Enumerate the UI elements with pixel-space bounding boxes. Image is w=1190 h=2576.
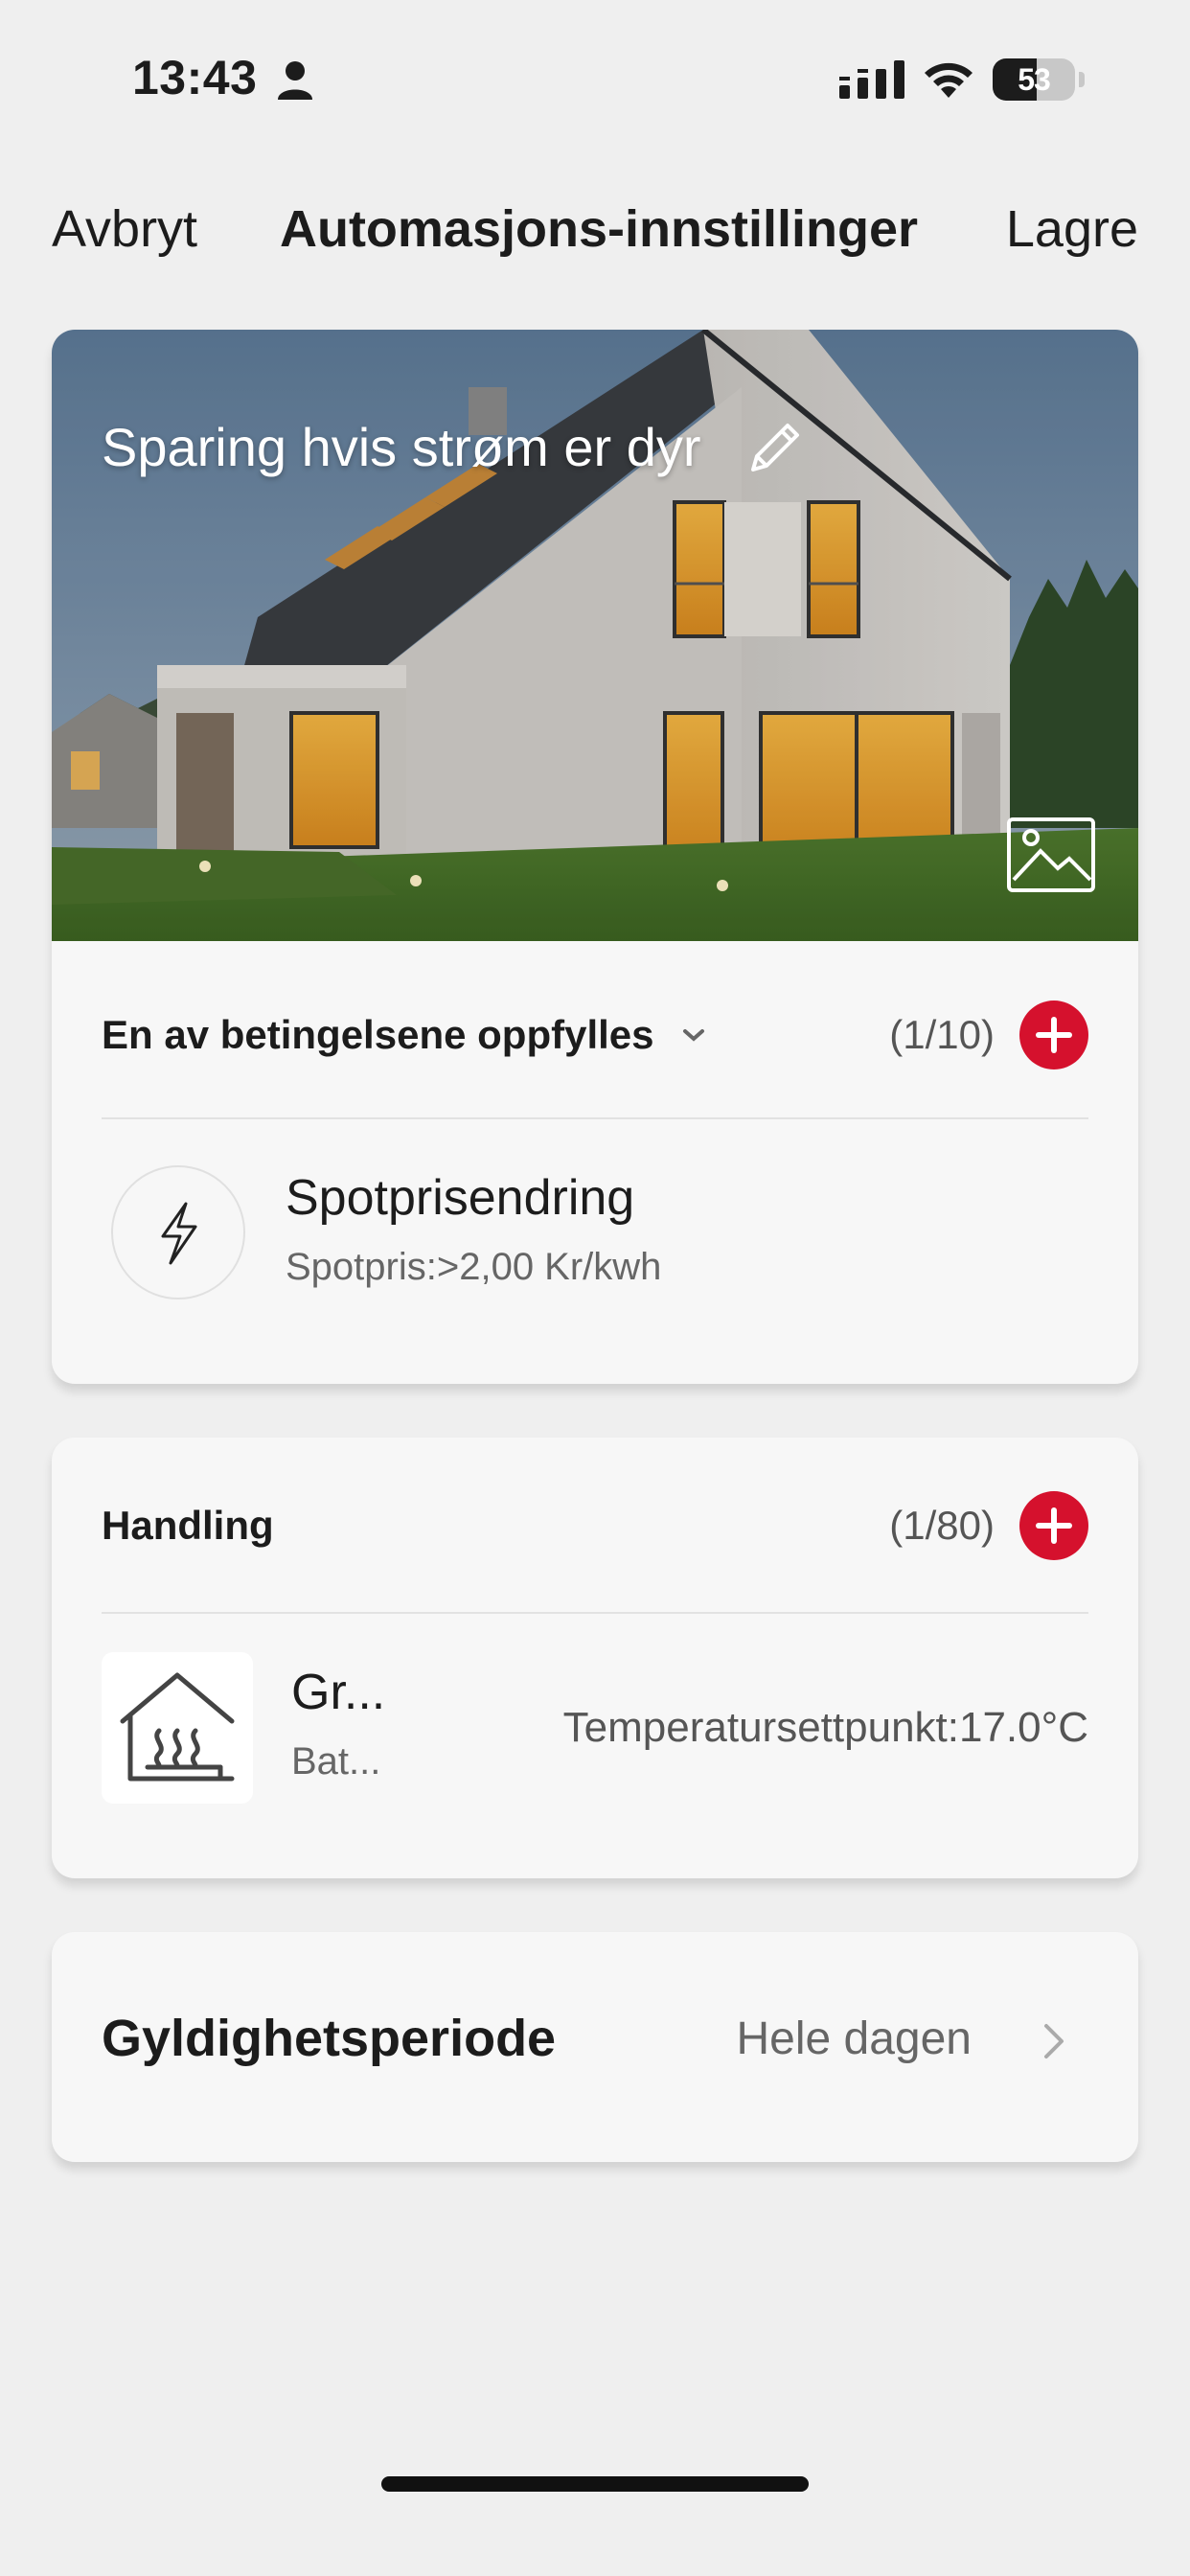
person-icon <box>278 61 312 100</box>
home-indicator[interactable] <box>381 2476 809 2492</box>
condition-card: Sparing hvis strøm er dyr En av betingel… <box>52 330 1138 1384</box>
cancel-button[interactable]: Avbryt <box>52 199 197 259</box>
wifi-icon <box>925 62 973 98</box>
condition-count: (1/10) <box>889 1012 995 1057</box>
action-value: Temperatursettpunkt:17.0°C <box>562 1704 1088 1751</box>
battery-level: 53 <box>1018 61 1051 97</box>
image-icon[interactable] <box>1006 816 1096 893</box>
add-condition-button[interactable] <box>1019 1000 1088 1070</box>
save-button[interactable]: Lagre <box>1006 199 1138 259</box>
action-label: Handling <box>102 1503 274 1548</box>
divider <box>102 1612 1088 1614</box>
lightning-icon <box>111 1165 245 1300</box>
divider <box>102 1117 1088 1119</box>
automation-cover-image[interactable]: Sparing hvis strøm er dyr <box>52 330 1138 941</box>
validity-value: Hele dagen <box>736 2013 972 2064</box>
validity-label: Gyldighetsperiode <box>102 2010 557 2067</box>
action-count: (1/80) <box>889 1503 995 1548</box>
validity-period-row[interactable]: Gyldighetsperiode Hele dagen <box>52 1932 1138 2162</box>
action-subtitle: Bat... <box>291 1740 381 1782</box>
floor-heating-icon <box>102 1652 253 1804</box>
navigation-bar: Automasjons-innstillinger Avbryt Lagre <box>0 192 1190 268</box>
action-title: Gr... <box>291 1665 386 1720</box>
action-header: Handling (1/80) <box>102 1468 1088 1583</box>
automation-name: Sparing hvis strøm er dyr <box>102 417 701 477</box>
condition-subtitle: Spotpris:>2,00 Kr/kwh <box>286 1246 662 1288</box>
condition-header: En av betingelsene oppfylles (1/10) <box>102 978 1088 1092</box>
chevron-down-icon[interactable] <box>679 1021 708 1049</box>
battery-icon: 53 <box>993 58 1075 101</box>
status-indicators: 53 <box>839 56 1085 104</box>
action-card: Handling (1/80) Gr... Bat... Temperaturs… <box>52 1438 1138 1878</box>
cellular-signal-icon <box>839 60 904 99</box>
chevron-right-icon <box>1044 2024 1064 2058</box>
condition-mode-label[interactable]: En av betingelsene oppfylles <box>102 1012 654 1058</box>
add-action-button[interactable] <box>1019 1491 1088 1560</box>
battery-tip <box>1079 72 1085 87</box>
status-bar: 13:43 53 <box>0 0 1190 153</box>
condition-title: Spotprisendring <box>286 1170 635 1226</box>
status-time: 13:43 <box>132 51 258 104</box>
pencil-icon[interactable] <box>740 414 809 483</box>
